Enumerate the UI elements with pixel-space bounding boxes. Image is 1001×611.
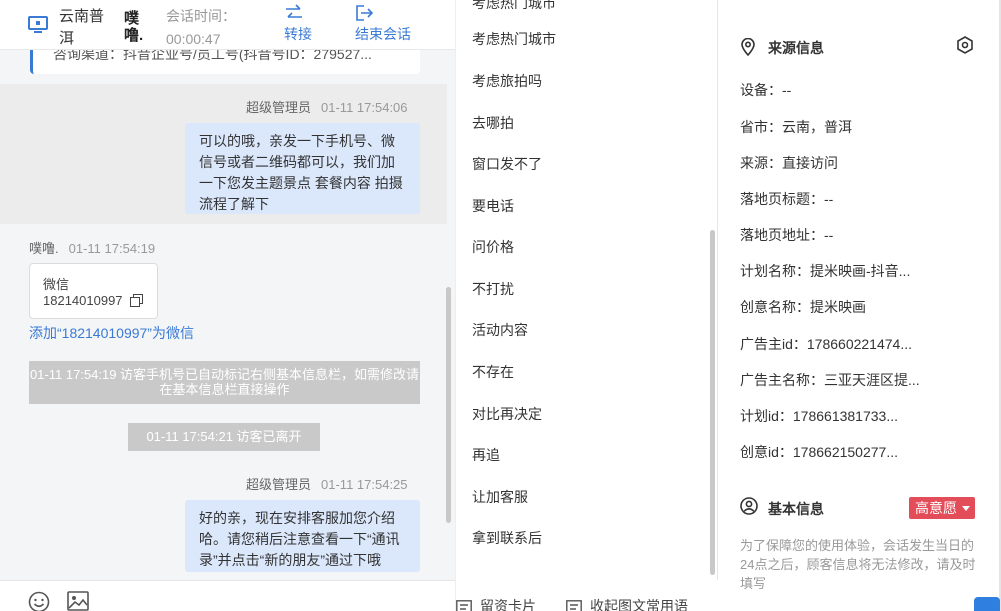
message-sender: 超级管理员 [246,477,312,492]
visitor-location: 云南普洱 [59,8,105,47]
source-field-plan-name: 计划名称：提米映画-抖音... [740,263,911,279]
copy-icon[interactable] [130,294,143,307]
quick-reply-item[interactable]: 要电话 [472,196,514,216]
location-pin-icon [741,38,755,56]
smile-icon[interactable] [28,591,50,611]
transfer-label: 转接 [284,26,312,42]
chat-header: 云南普洱 噗噜. 会话时间： 00:00:47 转接 结束会话 [0,0,455,50]
source-field-creative-name: 创意名称：提米映画 [740,299,866,315]
message-sender: 超级管理员 [246,100,312,115]
source-field-source: 来源：直接访问 [740,155,838,171]
message-time: 01-11 17:54:06 [321,100,408,115]
message-meta: 噗噜. 01-11 17:54:19 [29,238,155,257]
source-field-landing-title: 落地页标题：-- [740,191,834,207]
message-time: 01-11 17:54:25 [321,477,408,492]
user-icon [740,497,758,515]
quick-reply-item[interactable]: 不打扰 [472,279,514,299]
quick-reply-item[interactable]: 考虑旅拍吗 [472,71,542,91]
collapse-icon [566,600,582,611]
quick-reply-item[interactable]: 活动内容 [472,320,528,340]
monitor-icon [28,16,48,33]
quick-reply-panel: 考虑热门城市 考虑热门城市 考虑旅拍吗 去哪拍 窗口发不了 要电话 问价格 不打… [455,0,718,611]
chat-toolbar [0,580,455,611]
source-field-creative-id: 创意id：178662150277... [740,444,898,460]
end-session-label: 结束会话 [355,26,411,42]
transfer-icon [286,4,302,18]
chat-scrollbar[interactable] [446,287,451,523]
source-field-plan-id: 计划id：178661381733... [740,408,898,424]
quick-reply-item[interactable]: 问价格 [472,237,514,257]
intent-level-label: 高意愿 [915,500,957,516]
source-info-title: 来源信息 [768,40,824,56]
image-icon[interactable] [67,591,89,611]
session-time-label: 会话时间： [166,8,236,24]
end-session-button[interactable]: 结束会话 [355,4,411,44]
source-field-device: 设备：-- [740,82,792,98]
quick-reply-scrollbar[interactable] [710,230,715,575]
quick-reply-item[interactable]: 拿到联系后 [472,528,542,548]
caret-down-icon [962,506,970,511]
quick-reply-item[interactable]: 窗口发不了 [472,154,542,174]
visitor-info-panel: 来源信息 设备：-- 省市：云南，普洱 来源：直接访问 落地页标题：-- 落地页… [718,0,1001,611]
visitor-left-notice: 01-11 17:54:21 访客已离开 [128,423,320,451]
wechat-card-value: 18214010997 [43,293,123,308]
basic-info-title: 基本信息 [768,501,824,517]
message-time: 01-11 17:54:19 [68,241,156,256]
collapse-phrases-label: 收起图文常用语 [590,598,688,611]
staff-message-bubble: 好的亲，现在安排客服加您介绍哈。请您稍后注意查看一下“通讯录”并点击“新的朋友”… [185,500,420,572]
quick-reply-item[interactable]: 去哪拍 [472,113,514,133]
card-icon [456,600,472,611]
info-card-button[interactable]: 留资卡片 [456,596,536,611]
quick-reply-item[interactable]: 不存在 [472,362,514,382]
staff-message-bubble: 可以的哦，亲发一下手机号、微信号或者二维码都可以，我们加一下您发主题景点 套餐内… [185,123,420,214]
session-time-value: 00:00:47 [166,31,221,47]
chat-panel: 云南普洱 噗噜. 会话时间： 00:00:47 转接 结束会话 咨询渠道：抖音企… [0,0,455,611]
collapse-phrases-button[interactable]: 收起图文常用语 [566,596,688,611]
wechat-card-title: 微信 [43,277,70,292]
transfer-button[interactable]: 转接 [284,4,312,44]
source-field-advertiser-name: 广告主名称：三亚天涯区提... [740,372,920,388]
message-meta: 超级管理员 01-11 17:54:06 [246,97,408,116]
system-notice: 01-11 17:54:19 访客手机号已自动标记右侧基本信息栏，如需修改请在基… [29,361,420,404]
message-meta: 超级管理员 01-11 17:54:25 [246,474,408,493]
wechat-contact-card: 微信 18214010997 [29,263,158,319]
quick-reply-item[interactable]: 对比再决定 [472,404,542,424]
source-field-province: 省市：云南，普洱 [740,119,852,135]
quick-reply-item[interactable]: 再追 [472,445,500,465]
visitor-name: 噗噜. [124,10,144,44]
intent-level-dropdown[interactable]: 高意愿 [909,497,975,519]
info-card-label: 留资卡片 [480,598,536,611]
quick-reply-footer: 留资卡片 收起图文常用语 [456,580,718,611]
quick-reply-item[interactable]: 让加客服 [472,487,528,507]
message-sender: 噗噜. [29,241,59,256]
add-wechat-link[interactable]: 添加“18214010997”为微信 [29,323,194,343]
logout-icon [356,5,374,21]
quick-reply-item[interactable]: 考虑热门城市 [472,29,556,49]
quick-reply-item[interactable]: 考虑热门城市 [472,0,556,13]
source-field-landing-url: 落地页地址：-- [740,227,834,243]
settings-hex-icon[interactable] [956,36,974,54]
chat-workspace: 云南普洱 噗噜. 会话时间： 00:00:47 转接 结束会话 咨询渠道：抖音企… [0,0,1001,611]
edit-deadline-notice: 为了保障您的使用体验，会话发生当日的24点之后，顾客信息将无法修改，请及时填写 [740,538,976,591]
source-field-advertiser-id: 广告主id：178660221474... [740,336,912,352]
floating-action-button[interactable] [974,597,1000,611]
